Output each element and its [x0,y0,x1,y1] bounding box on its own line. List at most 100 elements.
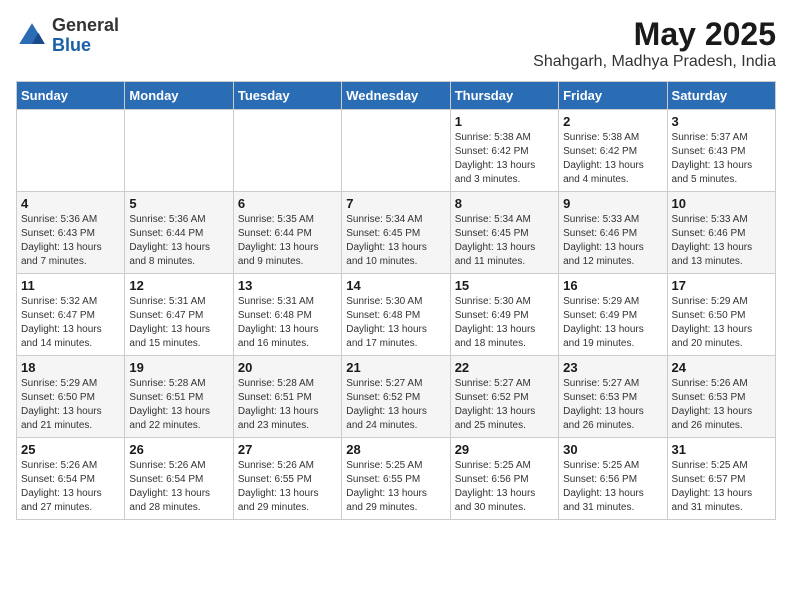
day-info: Sunrise: 5:30 AM Sunset: 6:49 PM Dayligh… [455,295,554,351]
day-cell: 22 Sunrise: 5:27 AM Sunset: 6:52 PM Dayli… [450,356,558,438]
day-cell: 29 Sunrise: 5:25 AM Sunset: 6:56 PM Dayli… [450,438,558,520]
day-cell: 3 Sunrise: 5:37 AM Sunset: 6:43 PM Daylig… [667,110,775,192]
day-number: 30 [563,442,662,457]
calendar: SundayMondayTuesdayWednesdayThursdayFrid… [16,81,776,520]
day-number: 21 [346,360,445,375]
day-info: Sunrise: 5:27 AM Sunset: 6:52 PM Dayligh… [455,377,554,433]
day-cell: 6Sunrise: 5:35 AM Sunset: 6:44 PM Daylig… [233,192,341,274]
day-cell: 25Sunrise: 5:26 AM Sunset: 6:54 PM Dayli… [17,438,125,520]
day-number: 27 [238,442,337,457]
day-number: 11 [21,278,120,293]
day-cell: 18 Sunrise: 5:29 AM Sunset: 6:50 PM Dayli… [17,356,125,438]
day-number: 8 [455,196,554,211]
day-info: Sunrise: 5:35 AM Sunset: 6:44 PM Dayligh… [238,213,337,269]
day-cell: 16Sunrise: 5:29 AM Sunset: 6:49 PM Dayli… [559,274,667,356]
day-cell [342,110,450,192]
day-info: Sunrise: 5:34 AM Sunset: 6:45 PM Dayligh… [455,213,554,269]
week-row-3: 11 Sunrise: 5:32 AM Sunset: 6:47 PM Dayli… [17,274,776,356]
day-number: 15 [455,278,554,293]
logo: General Blue [16,16,119,56]
header-wednesday: Wednesday [342,82,450,110]
day-number: 12 [129,278,228,293]
day-number: 13 [238,278,337,293]
day-number: 3 [672,114,771,129]
day-number: 5 [129,196,228,211]
day-cell: 9 Sunrise: 5:33 AM Sunset: 6:46 PM Daylig… [559,192,667,274]
day-cell: 23 Sunrise: 5:27 AM Sunset: 6:53 PM Dayli… [559,356,667,438]
day-info: Sunrise: 5:26 AM Sunset: 6:54 PM Dayligh… [129,459,228,515]
day-info: Sunrise: 5:27 AM Sunset: 6:52 PM Dayligh… [346,377,445,433]
day-info: Sunrise: 5:33 AM Sunset: 6:46 PM Dayligh… [672,213,771,269]
day-info: Sunrise: 5:31 AM Sunset: 6:47 PM Dayligh… [129,295,228,351]
day-info: Sunrise: 5:25 AM Sunset: 6:56 PM Dayligh… [455,459,554,515]
day-info: Sunrise: 5:25 AM Sunset: 6:57 PM Dayligh… [672,459,771,515]
day-cell: 2 Sunrise: 5:38 AM Sunset: 6:42 PM Daylig… [559,110,667,192]
day-number: 28 [346,442,445,457]
day-cell: 30 Sunrise: 5:25 AM Sunset: 6:56 PM Dayli… [559,438,667,520]
day-cell: 5 Sunrise: 5:36 AM Sunset: 6:44 PM Daylig… [125,192,233,274]
day-cell: 31 Sunrise: 5:25 AM Sunset: 6:57 PM Dayli… [667,438,775,520]
day-cell: 24Sunrise: 5:26 AM Sunset: 6:53 PM Dayli… [667,356,775,438]
day-info: Sunrise: 5:26 AM Sunset: 6:54 PM Dayligh… [21,459,120,515]
day-info: Sunrise: 5:34 AM Sunset: 6:45 PM Dayligh… [346,213,445,269]
day-cell [17,110,125,192]
day-number: 9 [563,196,662,211]
day-cell: 12 Sunrise: 5:31 AM Sunset: 6:47 PM Dayli… [125,274,233,356]
day-cell: 8 Sunrise: 5:34 AM Sunset: 6:45 PM Daylig… [450,192,558,274]
day-info: Sunrise: 5:31 AM Sunset: 6:48 PM Dayligh… [238,295,337,351]
header-saturday: Saturday [667,82,775,110]
day-number: 18 [21,360,120,375]
day-info: Sunrise: 5:25 AM Sunset: 6:56 PM Dayligh… [563,459,662,515]
day-info: Sunrise: 5:27 AM Sunset: 6:53 PM Dayligh… [563,377,662,433]
day-cell: 4Sunrise: 5:36 AM Sunset: 6:43 PM Daylig… [17,192,125,274]
day-cell: 21 Sunrise: 5:27 AM Sunset: 6:52 PM Dayli… [342,356,450,438]
day-number: 29 [455,442,554,457]
day-number: 26 [129,442,228,457]
header: General Blue May 2025 Shahgarh, Madhya P… [16,16,776,71]
calendar-header-row: SundayMondayTuesdayWednesdayThursdayFrid… [17,82,776,110]
day-number: 24 [672,360,771,375]
day-number: 20 [238,360,337,375]
day-info: Sunrise: 5:32 AM Sunset: 6:47 PM Dayligh… [21,295,120,351]
title-area: May 2025 Shahgarh, Madhya Pradesh, India [533,16,776,71]
header-monday: Monday [125,82,233,110]
week-row-4: 18 Sunrise: 5:29 AM Sunset: 6:50 PM Dayli… [17,356,776,438]
day-number: 17 [672,278,771,293]
day-cell: 1 Sunrise: 5:38 AM Sunset: 6:42 PM Daylig… [450,110,558,192]
day-number: 10 [672,196,771,211]
day-info: Sunrise: 5:29 AM Sunset: 6:50 PM Dayligh… [672,295,771,351]
day-number: 2 [563,114,662,129]
week-row-2: 4Sunrise: 5:36 AM Sunset: 6:43 PM Daylig… [17,192,776,274]
logo-text: General Blue [52,16,119,56]
day-number: 14 [346,278,445,293]
day-info: Sunrise: 5:29 AM Sunset: 6:49 PM Dayligh… [563,295,662,351]
header-tuesday: Tuesday [233,82,341,110]
day-cell: 15 Sunrise: 5:30 AM Sunset: 6:49 PM Dayli… [450,274,558,356]
day-cell: 17 Sunrise: 5:29 AM Sunset: 6:50 PM Dayli… [667,274,775,356]
day-number: 4 [21,196,120,211]
day-info: Sunrise: 5:36 AM Sunset: 6:44 PM Dayligh… [129,213,228,269]
sub-title: Shahgarh, Madhya Pradesh, India [533,53,776,71]
week-row-1: 1 Sunrise: 5:38 AM Sunset: 6:42 PM Daylig… [17,110,776,192]
header-friday: Friday [559,82,667,110]
day-info: Sunrise: 5:29 AM Sunset: 6:50 PM Dayligh… [21,377,120,433]
day-cell: 7Sunrise: 5:34 AM Sunset: 6:45 PM Daylig… [342,192,450,274]
day-cell: 14 Sunrise: 5:30 AM Sunset: 6:48 PM Dayli… [342,274,450,356]
day-number: 23 [563,360,662,375]
day-info: Sunrise: 5:37 AM Sunset: 6:43 PM Dayligh… [672,131,771,187]
day-info: Sunrise: 5:38 AM Sunset: 6:42 PM Dayligh… [563,131,662,187]
day-number: 19 [129,360,228,375]
day-number: 1 [455,114,554,129]
day-info: Sunrise: 5:38 AM Sunset: 6:42 PM Dayligh… [455,131,554,187]
day-info: Sunrise: 5:33 AM Sunset: 6:46 PM Dayligh… [563,213,662,269]
day-info: Sunrise: 5:30 AM Sunset: 6:48 PM Dayligh… [346,295,445,351]
day-number: 22 [455,360,554,375]
week-row-5: 25Sunrise: 5:26 AM Sunset: 6:54 PM Dayli… [17,438,776,520]
day-cell [125,110,233,192]
logo-blue: Blue [52,35,91,55]
day-cell: 20Sunrise: 5:28 AM Sunset: 6:51 PM Dayli… [233,356,341,438]
day-cell: 27Sunrise: 5:26 AM Sunset: 6:55 PM Dayli… [233,438,341,520]
day-cell: 28 Sunrise: 5:25 AM Sunset: 6:55 PM Dayli… [342,438,450,520]
day-number: 31 [672,442,771,457]
day-info: Sunrise: 5:25 AM Sunset: 6:55 PM Dayligh… [346,459,445,515]
